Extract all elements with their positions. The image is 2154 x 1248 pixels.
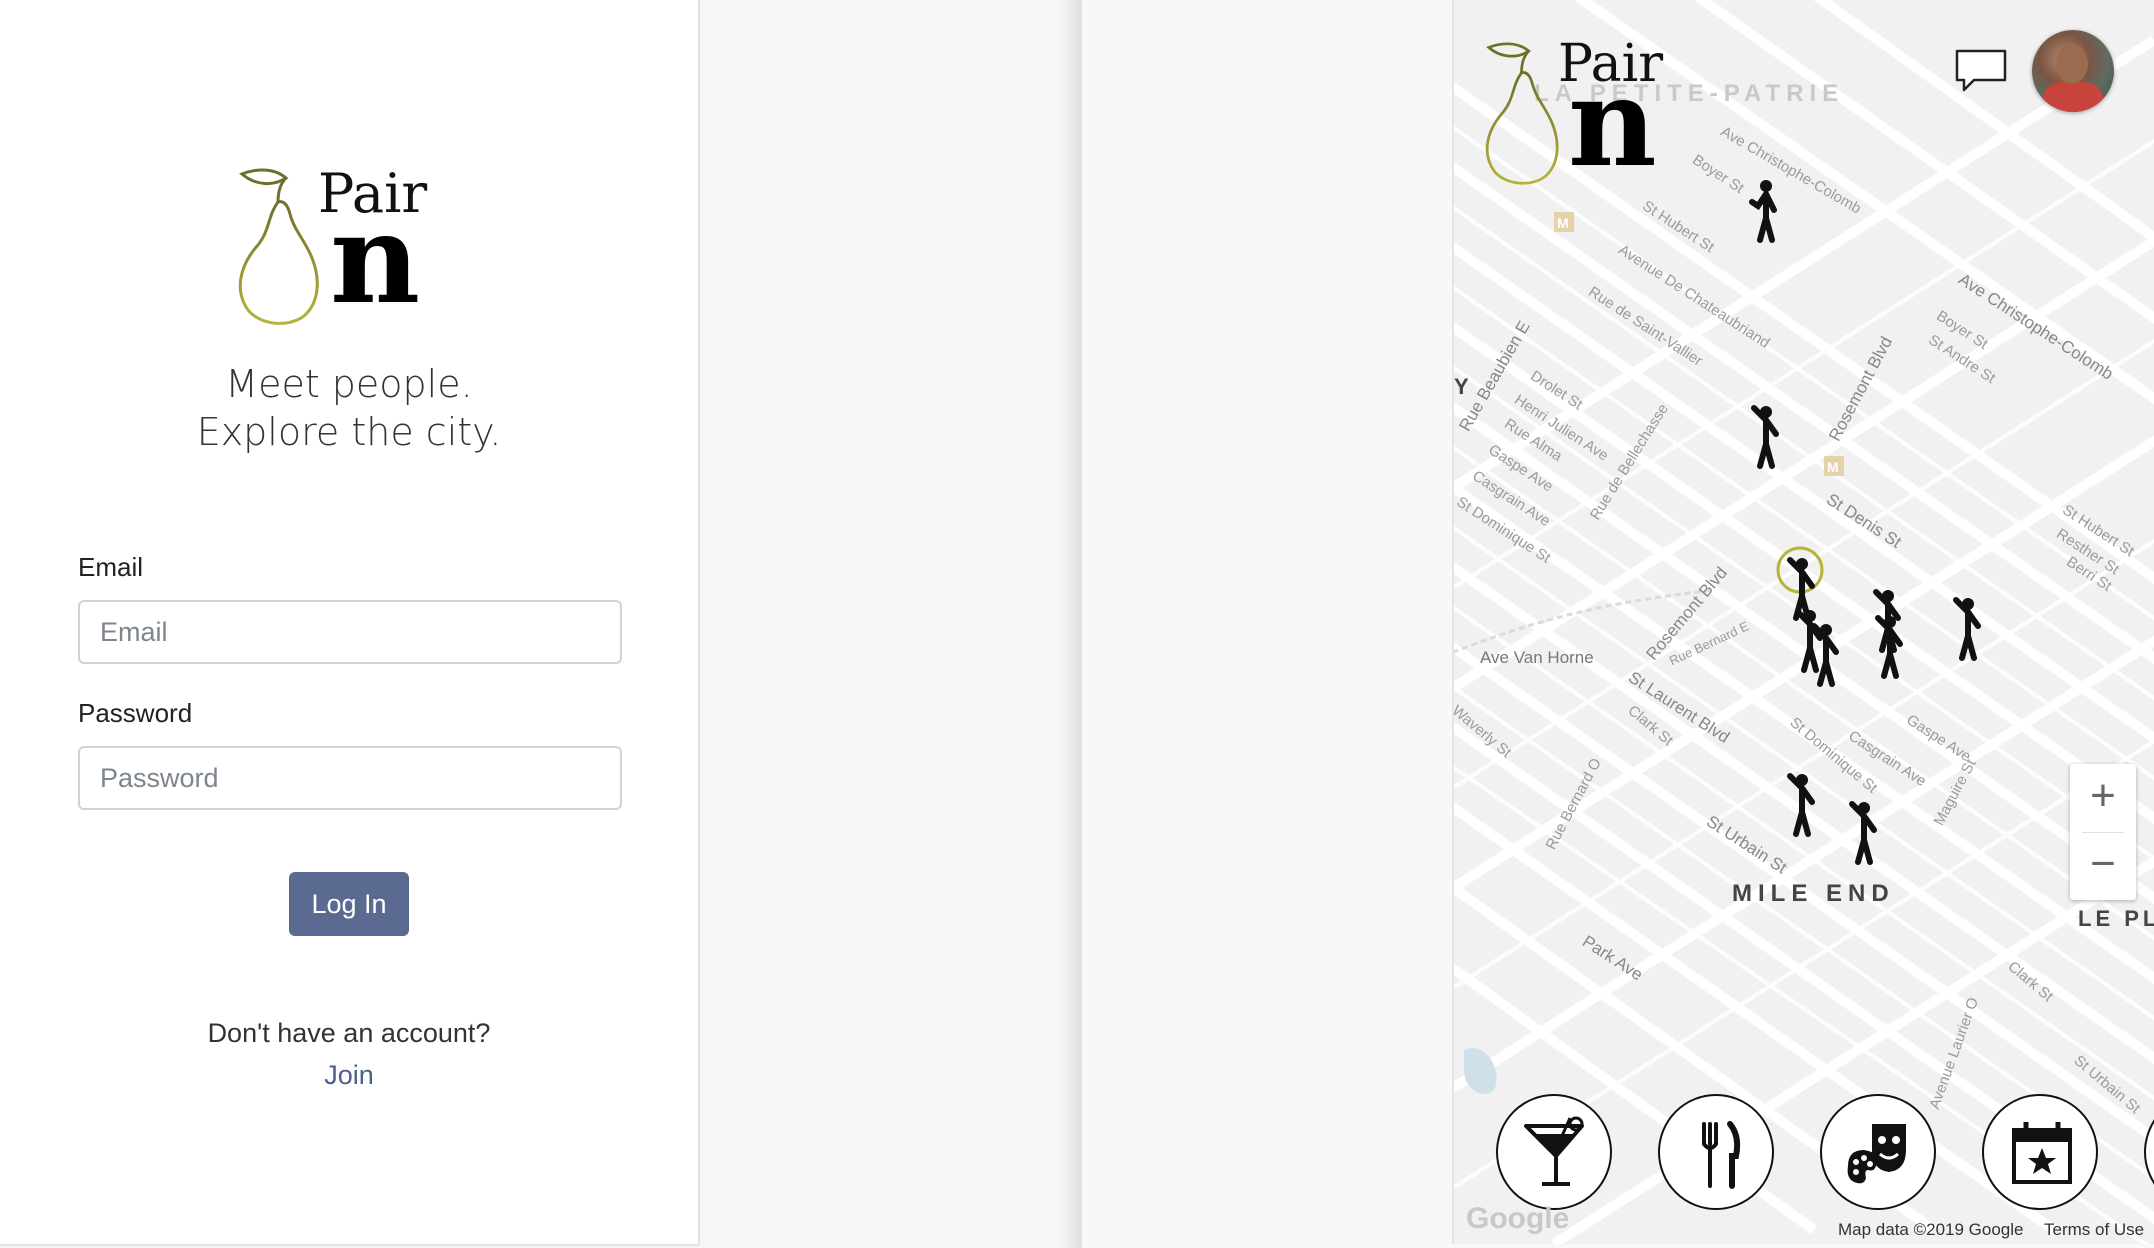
person-marker-icon[interactable]: [1804, 622, 1850, 688]
area-label: Y: [1454, 374, 1469, 399]
person-marker-icon[interactable]: [1744, 178, 1790, 244]
area-label: LE PL: [2078, 906, 2154, 931]
email-field[interactable]: [78, 600, 622, 664]
theater-masks-palette-icon: [1847, 1124, 1906, 1184]
svg-text:M: M: [1557, 215, 1569, 231]
join-link[interactable]: Join: [0, 1060, 698, 1091]
fork-knife-icon: [1702, 1121, 1741, 1189]
person-marker-icon[interactable]: [1946, 596, 1992, 662]
password-field[interactable]: [78, 746, 622, 810]
logo-letter: n: [330, 187, 421, 332]
person-marker-icon[interactable]: [1780, 772, 1826, 838]
zoom-control: + −: [2070, 764, 2136, 900]
map-attribution: Map data ©2019 Google: [1838, 1220, 2024, 1239]
area-label: MILE END: [1732, 880, 1895, 907]
tagline: Meet people. Explore the city.: [0, 360, 698, 456]
user-avatar[interactable]: [2032, 30, 2114, 112]
login-button[interactable]: Log In: [289, 872, 409, 936]
category-food-button[interactable]: [1658, 1094, 1774, 1210]
tagline-line-1: Meet people.: [225, 362, 473, 406]
zoom-in-button[interactable]: +: [2070, 764, 2136, 832]
pairon-logo: Pair n: [228, 160, 448, 330]
panel-divider: [1060, 0, 1084, 1248]
street-label: Ave Van Horne: [1480, 648, 1594, 667]
password-label: Password: [78, 698, 193, 728]
category-events-button[interactable]: [1982, 1094, 2098, 1210]
email-label: Email: [78, 552, 144, 582]
map-panel[interactable]: M M Ave Christophe-Colomb Ave Christophe…: [1452, 0, 2154, 1244]
zoom-out-button[interactable]: −: [2070, 832, 2136, 900]
login-card: Pair n Meet people. Explore the city. Em…: [0, 0, 700, 1246]
tagline-line-2: Explore the city.: [196, 410, 502, 454]
chat-icon[interactable]: [1954, 48, 2008, 94]
svg-text:M: M: [1827, 459, 1839, 475]
person-marker-icon[interactable]: [1842, 800, 1888, 866]
logo-letter: n: [1568, 50, 1657, 194]
person-marker-icon[interactable]: [1868, 614, 1914, 680]
pairon-logo: Pair n: [1476, 32, 1696, 192]
no-account-text: Don't have an account?: [207, 1018, 491, 1048]
terms-link[interactable]: Terms of Use: [2044, 1220, 2144, 1240]
category-arts-button[interactable]: [1820, 1094, 1936, 1210]
person-marker-icon[interactable]: [1744, 404, 1790, 470]
calendar-star-icon: [2012, 1122, 2072, 1184]
cocktail-icon: [1524, 1116, 1584, 1186]
google-logo: Google: [1466, 1202, 1570, 1235]
category-drinks-button[interactable]: [1496, 1094, 1612, 1210]
